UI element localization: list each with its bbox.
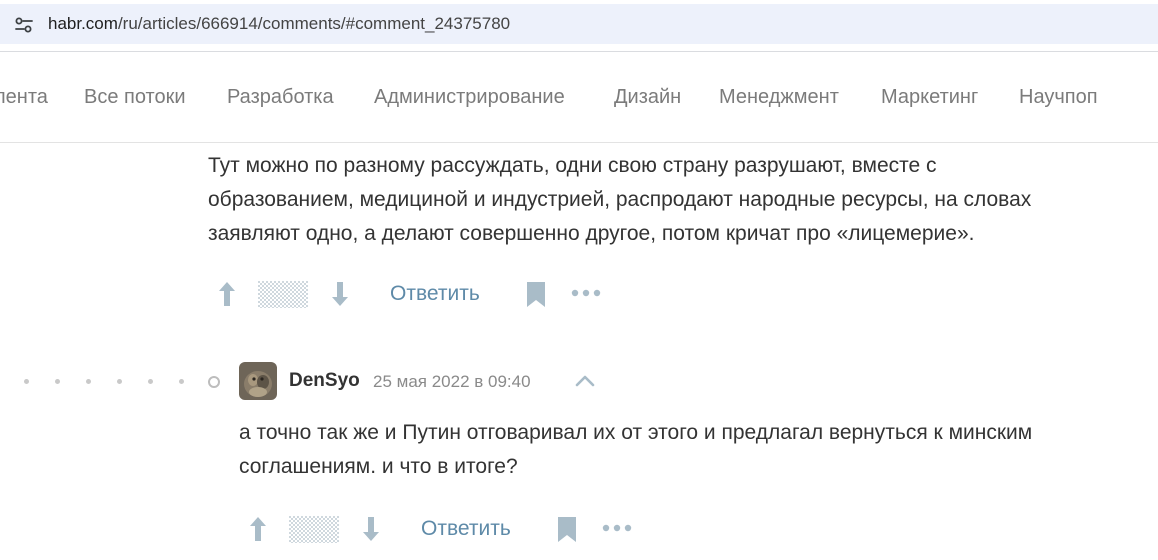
thread-indent-dot bbox=[148, 379, 153, 384]
reply-button[interactable]: Ответить bbox=[421, 517, 511, 541]
comment-body: Тут можно по разному рассуждать, одни св… bbox=[208, 149, 1148, 251]
avatar[interactable] bbox=[239, 362, 277, 400]
comment-line: заявляют одно, а делают совершенно друго… bbox=[208, 222, 975, 245]
avatar-image bbox=[239, 362, 277, 400]
flows-nav: лента Все потоки Разработка Администриро… bbox=[0, 52, 1158, 143]
nav-item-all-flows[interactable]: Все потоки bbox=[84, 86, 186, 109]
site-settings-icon[interactable] bbox=[14, 16, 34, 34]
nav-item-popsci[interactable]: Научпоп bbox=[1019, 86, 1098, 109]
comment-author[interactable]: DenSyo bbox=[289, 370, 360, 392]
nav-item-development[interactable]: Разработка bbox=[227, 86, 334, 109]
more-icon[interactable] bbox=[602, 524, 632, 532]
url-host: habr.com bbox=[48, 14, 118, 33]
nav-item-management[interactable]: Менеджмент bbox=[719, 86, 839, 109]
thread-indent-dot bbox=[86, 379, 91, 384]
more-icon[interactable] bbox=[571, 289, 601, 297]
comment-line: Тут можно по разному рассуждать, одни св… bbox=[208, 154, 937, 177]
url-text[interactable]: habr.com/ru/articles/666914/comments/#co… bbox=[48, 14, 510, 34]
downvote-icon[interactable] bbox=[361, 515, 381, 543]
thread-indent-dot bbox=[117, 379, 122, 384]
upvote-icon[interactable] bbox=[217, 280, 237, 308]
nav-item-administration[interactable]: Администрирование bbox=[374, 86, 565, 109]
bookmark-icon[interactable] bbox=[557, 516, 577, 543]
browser-address-bar: habr.com/ru/articles/666914/comments/#co… bbox=[0, 0, 1158, 52]
collapse-up-icon[interactable] bbox=[575, 375, 595, 387]
upvote-icon[interactable] bbox=[248, 515, 268, 543]
comment-line: а точно так же и Путин отговаривал их от… bbox=[239, 421, 1033, 444]
comment-line: образованием, медициной и индустрией, ра… bbox=[208, 188, 1032, 211]
nav-item-marketing[interactable]: Маркетинг bbox=[881, 86, 978, 109]
thread-node-ring[interactable] bbox=[208, 376, 220, 388]
comment-date[interactable]: 25 мая 2022 в 09:40 bbox=[373, 372, 531, 392]
thread-indent-dot bbox=[24, 379, 29, 384]
thread-indent-dot bbox=[179, 379, 184, 384]
comment-body: а точно так же и Путин отговаривал их от… bbox=[239, 416, 1149, 484]
bookmark-icon[interactable] bbox=[526, 281, 546, 308]
url-field[interactable]: habr.com/ru/articles/666914/comments/#co… bbox=[0, 4, 1158, 44]
reply-button[interactable]: Ответить bbox=[390, 282, 480, 306]
url-path: /ru/articles/666914/comments/#comment_24… bbox=[117, 14, 511, 33]
comment-line: соглашениям. и что в итоге? bbox=[239, 455, 518, 478]
thread-indent-dot bbox=[55, 379, 60, 384]
downvote-icon[interactable] bbox=[330, 280, 350, 308]
rating-hidden-icon bbox=[289, 516, 339, 543]
nav-item-design[interactable]: Дизайн bbox=[614, 86, 681, 109]
nav-item-feed[interactable]: лента bbox=[0, 86, 48, 109]
rating-hidden-icon bbox=[258, 281, 308, 308]
